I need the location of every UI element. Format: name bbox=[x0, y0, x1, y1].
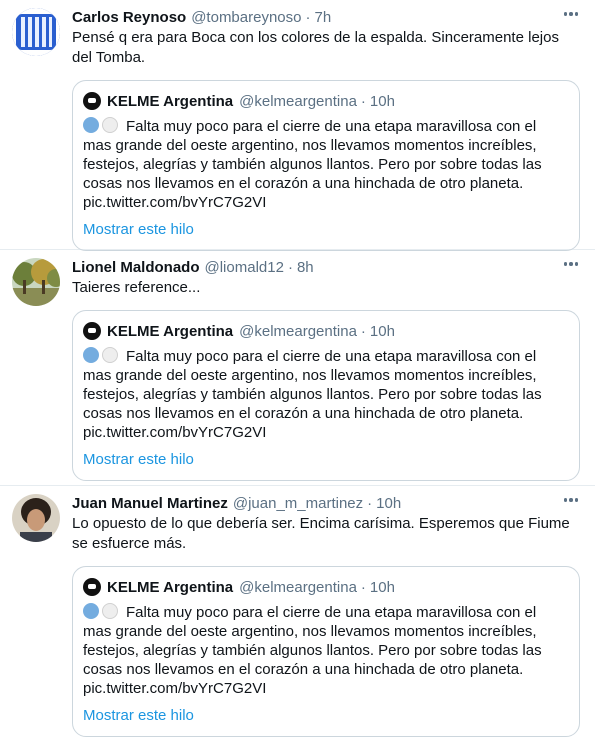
author-name[interactable]: Juan Manuel Martinez bbox=[72, 495, 228, 512]
tweet-header: Juan Manuel Martinez @juan_m_martinez · … bbox=[72, 492, 583, 514]
quoted-author-name: KELME Argentina bbox=[107, 322, 234, 340]
tweet[interactable]: Lionel Maldonado @liomald12 · 8h Taieres… bbox=[0, 250, 595, 486]
avatar[interactable] bbox=[12, 8, 60, 56]
separator-dot: · bbox=[305, 8, 311, 26]
author-handle[interactable]: @juan_m_martinez bbox=[233, 495, 363, 512]
more-options-icon[interactable] bbox=[561, 258, 581, 270]
person-photo-avatar-icon bbox=[12, 494, 60, 542]
author-handle[interactable]: @liomald12 bbox=[205, 259, 284, 276]
tweet-text: Pensé q era para Boca con los colores de… bbox=[72, 29, 559, 66]
separator-dot: · bbox=[287, 258, 293, 276]
white-circle-icon bbox=[102, 603, 118, 619]
quoted-text: Falta muy poco para el cierre de una eta… bbox=[83, 348, 542, 422]
author-handle[interactable]: @tombareynoso bbox=[191, 9, 301, 26]
show-thread-link[interactable]: Mostrar este hilo bbox=[83, 706, 567, 726]
more-options-icon[interactable] bbox=[561, 8, 581, 20]
show-thread-link[interactable]: Mostrar este hilo bbox=[83, 450, 567, 470]
pic-link[interactable]: pic.twitter.com/bvYrC7G2VI bbox=[83, 680, 266, 697]
timestamp[interactable]: 8h bbox=[297, 259, 314, 276]
quoted-tweet[interactable]: KELME Argentina @kelmeargentina · 10h Fa… bbox=[72, 566, 580, 737]
timestamp[interactable]: 7h bbox=[314, 9, 331, 26]
quoted-author-handle: @kelmeargentina bbox=[239, 578, 357, 596]
white-circle-icon bbox=[102, 347, 118, 363]
quoted-text-block: Falta muy poco para el cierre de una eta… bbox=[83, 603, 567, 698]
pic-link[interactable]: pic.twitter.com/bvYrC7G2VI bbox=[83, 194, 266, 211]
tweet-header: Lionel Maldonado @liomald12 · 8h bbox=[72, 256, 583, 278]
tweet[interactable]: Juan Manuel Martinez @juan_m_martinez · … bbox=[0, 486, 595, 739]
quoted-text-block: Falta muy poco para el cierre de una eta… bbox=[83, 117, 567, 212]
striped-blue-avatar-icon bbox=[12, 8, 60, 56]
quoted-text: Falta muy poco para el cierre de una eta… bbox=[83, 604, 542, 678]
author-name[interactable]: Carlos Reynoso bbox=[72, 9, 186, 26]
separator-dot: · bbox=[360, 92, 366, 110]
blue-circle-icon bbox=[83, 603, 99, 619]
tweet-feed: Carlos Reynoso @tombareynoso · 7h Pensé … bbox=[0, 0, 595, 739]
blue-circle-icon bbox=[83, 117, 99, 133]
more-options-icon[interactable] bbox=[561, 494, 581, 506]
tweet[interactable]: Carlos Reynoso @tombareynoso · 7h Pensé … bbox=[0, 0, 595, 251]
avatar[interactable] bbox=[12, 258, 60, 306]
separator-dot: · bbox=[367, 494, 373, 512]
quoted-timestamp: 10h bbox=[369, 322, 395, 340]
separator-dot: · bbox=[360, 322, 366, 340]
quoted-timestamp: 10h bbox=[369, 92, 395, 110]
author-name[interactable]: Lionel Maldonado bbox=[72, 259, 200, 276]
blue-circle-icon bbox=[83, 347, 99, 363]
quoted-author-name: KELME Argentina bbox=[107, 92, 234, 110]
quoted-tweet[interactable]: KELME Argentina @kelmeargentina · 10h Fa… bbox=[72, 80, 580, 251]
show-thread-link[interactable]: Mostrar este hilo bbox=[83, 220, 567, 240]
quoted-avatar[interactable] bbox=[83, 322, 101, 340]
quoted-author-handle: @kelmeargentina bbox=[239, 92, 357, 110]
white-circle-icon bbox=[102, 117, 118, 133]
tweet-header: Carlos Reynoso @tombareynoso · 7h bbox=[72, 6, 583, 28]
quoted-author-handle: @kelmeargentina bbox=[239, 322, 357, 340]
quoted-tweet[interactable]: KELME Argentina @kelmeargentina · 10h Fa… bbox=[72, 310, 580, 481]
trees-photo-avatar-icon bbox=[12, 258, 60, 306]
timestamp[interactable]: 10h bbox=[376, 495, 401, 512]
quoted-avatar[interactable] bbox=[83, 578, 101, 596]
quoted-avatar[interactable] bbox=[83, 92, 101, 110]
tweet-text: Lo opuesto de lo que debería ser. Encima… bbox=[72, 515, 570, 552]
pic-link[interactable]: pic.twitter.com/bvYrC7G2VI bbox=[83, 424, 266, 441]
avatar[interactable] bbox=[12, 494, 60, 542]
quoted-author-name: KELME Argentina bbox=[107, 578, 234, 596]
quoted-text-block: Falta muy poco para el cierre de una eta… bbox=[83, 347, 567, 442]
quoted-text: Falta muy poco para el cierre de una eta… bbox=[83, 118, 542, 192]
tweet-text: Taieres reference... bbox=[72, 279, 201, 296]
separator-dot: · bbox=[360, 578, 366, 596]
quoted-timestamp: 10h bbox=[369, 578, 395, 596]
